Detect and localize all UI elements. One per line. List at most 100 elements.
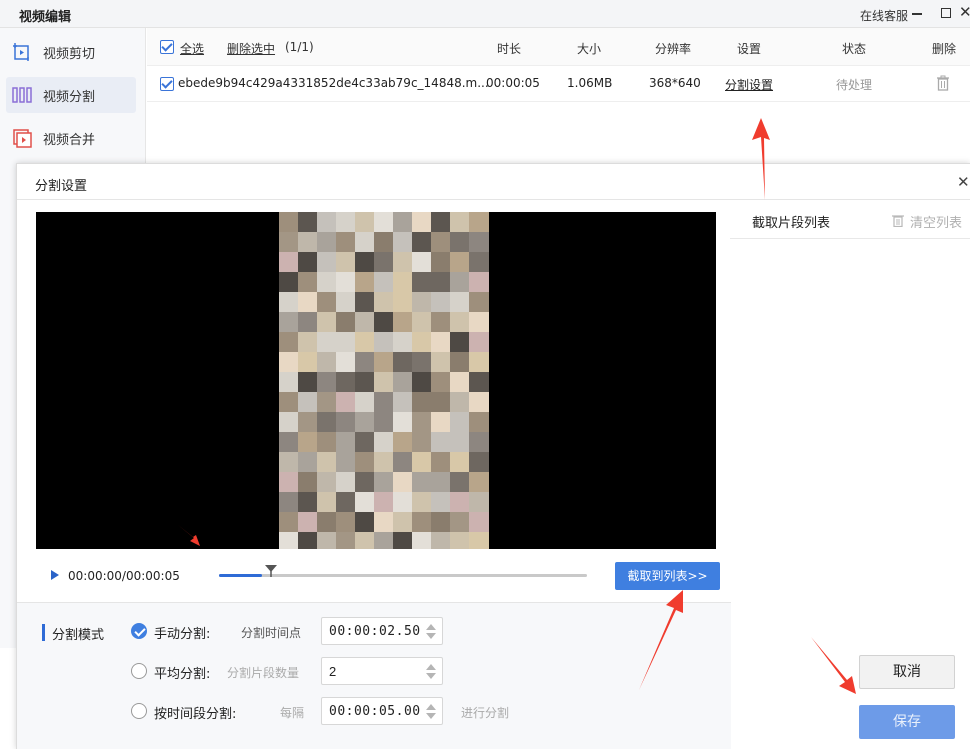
mosaic-cell [279,432,299,452]
average-split-radio[interactable] [131,663,147,679]
file-name: ebede9b94c429a4331852de4c33ab79c_14848.m… [178,76,489,90]
maximize-icon[interactable] [941,8,951,18]
mosaic-cell [412,252,432,272]
clip-list-divider [730,238,970,239]
mosaic-cell [317,452,337,472]
mosaic-cell [355,392,375,412]
segment-count-value: 2 [329,664,337,679]
mosaic-cell [469,432,489,452]
mosaic-cell [412,432,432,452]
mosaic-cell [279,392,299,412]
mosaic-cell [355,212,375,232]
mosaic-cell [317,252,337,272]
mosaic-cell [393,372,413,392]
mosaic-cell [279,292,299,312]
sidebar-item-video-merge[interactable]: 视频合并 [6,120,136,156]
delete-icon[interactable] [936,75,950,91]
segment-count-stepper[interactable]: 2 [321,657,443,685]
play-icon[interactable] [51,570,59,580]
mosaic-cell [298,232,318,252]
mosaic-cell [355,292,375,312]
cancel-button[interactable]: 取消 [859,655,955,689]
stepper-arrows-icon[interactable] [426,664,436,680]
mosaic-cell [355,272,375,292]
clear-list-button[interactable]: 清空列表 [910,212,962,231]
mosaic-cell [431,472,451,492]
stepper-arrows-icon[interactable] [426,624,436,640]
mosaic-cell [393,352,413,372]
stepper-arrows-icon[interactable] [426,704,436,720]
mosaic-cell [469,272,489,292]
app-title: 视频编辑 [19,10,72,25]
mosaic-cell [412,212,432,232]
mosaic-cell [298,412,318,432]
mosaic-cell [469,312,489,332]
sidebar-item-video-cut[interactable]: 视频剪切 [6,34,136,70]
time-display: 00:00:00/00:00:05 [68,569,180,583]
timeline-marker-icon[interactable] [265,565,277,577]
mosaic-cell [412,392,432,412]
mosaic-cell [279,212,299,232]
mosaic-cell [450,432,470,452]
mosaic-cell [412,332,432,352]
mosaic-cell [412,232,432,252]
mosaic-cell [298,472,318,492]
mosaic-cell [336,272,356,292]
mosaic-cell [374,352,394,372]
split-settings-link[interactable]: 分割设置 [725,76,773,93]
video-preview[interactable] [36,212,716,549]
interval-suffix: 进行分割 [461,706,510,720]
mosaic-cell [431,332,451,352]
mosaic-cell [374,212,394,232]
mosaic-cell [469,532,489,549]
mosaic-cell [374,392,394,412]
mosaic-cell [298,352,318,372]
row-checkbox[interactable] [160,77,174,91]
mosaic-cell [336,332,356,352]
mosaic-cell [298,272,318,292]
mosaic-cell [374,452,394,472]
interval-stepper[interactable]: 00:00:05.00 [321,697,443,725]
split-mode-label: 分割模式 [52,628,105,643]
capture-to-list-button[interactable]: 截取到列表>> [615,562,720,590]
mosaic-cell [279,312,299,332]
mosaic-cell [317,372,337,392]
minimize-icon[interactable] [912,13,922,15]
mosaic-cell [431,272,451,292]
video-merge-icon [13,129,32,148]
mosaic-cell [374,432,394,452]
mosaic-cell [374,312,394,332]
interval-value: 00:00:05.00 [329,704,421,719]
mosaic-cell [450,332,470,352]
delete-selected-link[interactable]: 删除选中 [227,40,275,57]
mosaic-cell [298,452,318,472]
mosaic-cell [298,292,318,312]
table-row[interactable]: ebede9b94c429a4331852de4c33ab79c_14848.m… [147,66,970,102]
mosaic-cell [355,472,375,492]
close-icon[interactable]: ✕ [957,173,970,191]
split-point-stepper[interactable]: 00:00:02.50 [321,617,443,645]
mosaic-cell [469,212,489,232]
split-settings-dialog: 分割设置 ✕ 00:00:00/00:00:05 截取到列表>> 截取片段列表 … [16,163,970,749]
select-all-link[interactable]: 全选 [180,40,204,57]
mosaic-cell [374,492,394,512]
sidebar-item-video-split[interactable]: 视频分割 [6,77,136,113]
mosaic-cell [469,512,489,532]
interval-split-radio[interactable] [131,703,147,719]
select-all-checkbox[interactable] [160,40,174,54]
online-support-link[interactable]: 在线客服 [860,7,908,24]
mosaic-cell [279,532,299,549]
mosaic-cell [355,232,375,252]
mosaic-cell [355,352,375,372]
file-resolution: 368*640 [649,76,701,90]
mosaic-cell [469,452,489,472]
mosaic-cell [317,532,337,549]
close-window-icon[interactable]: ✕ [959,3,970,21]
mosaic-cell [431,232,451,252]
mosaic-cell [431,452,451,472]
mosaic-cell [336,212,356,232]
save-button[interactable]: 保存 [859,705,955,739]
manual-split-radio[interactable] [131,623,147,639]
mosaic-cell [412,352,432,372]
mosaic-cell [393,232,413,252]
